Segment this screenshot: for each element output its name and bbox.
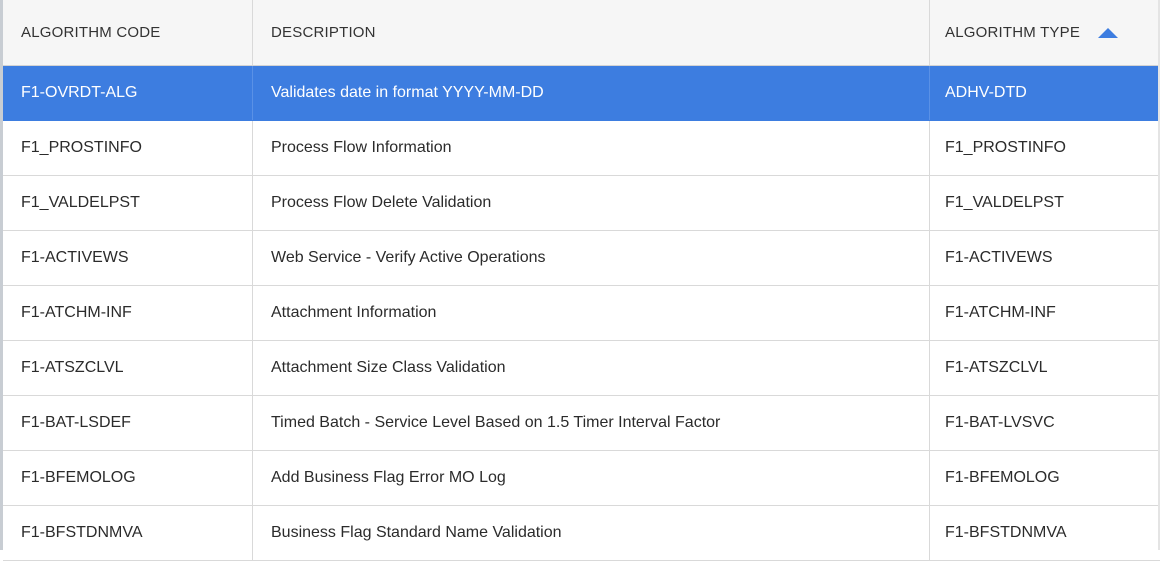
table-row[interactable]: F1-ACTIVEWS Web Service - Verify Active …	[3, 231, 1160, 286]
table-row-selected[interactable]: F1-OVRDT-ALG Validates date in format YY…	[3, 66, 1160, 121]
cell-description[interactable]: Timed Batch - Service Level Based on 1.5…	[253, 396, 930, 450]
cell-description[interactable]: Process Flow Information	[253, 121, 930, 175]
cell-algorithm-code[interactable]: F1-BFSTDNMVA	[3, 506, 253, 560]
table-row[interactable]: F1-BFSTDNMVA Business Flag Standard Name…	[3, 506, 1160, 561]
cell-algorithm-code[interactable]: F1-BFEMOLOG	[3, 451, 253, 505]
column-header-algorithm-type[interactable]: ALGORITHM TYPE	[930, 0, 1160, 65]
cell-algorithm-code[interactable]: F1_VALDELPST	[3, 176, 253, 230]
cell-algorithm-type[interactable]: ADHV-DTD	[930, 66, 1160, 120]
table-row[interactable]: F1-BFEMOLOG Add Business Flag Error MO L…	[3, 451, 1160, 506]
algorithm-table: ALGORITHM CODE DESCRIPTION ALGORITHM TYP…	[0, 0, 1160, 561]
cell-description[interactable]: Add Business Flag Error MO Log	[253, 451, 930, 505]
cell-algorithm-type[interactable]: F1-BFSTDNMVA	[930, 506, 1160, 560]
cell-algorithm-type[interactable]: F1-BAT-LVSVC	[930, 396, 1160, 450]
cell-algorithm-type[interactable]: F1_PROSTINFO	[930, 121, 1160, 175]
cell-algorithm-type[interactable]: F1_VALDELPST	[930, 176, 1160, 230]
cell-algorithm-type[interactable]: F1-ACTIVEWS	[930, 231, 1160, 285]
column-header-label: DESCRIPTION	[271, 24, 376, 41]
cell-algorithm-code[interactable]: F1_PROSTINFO	[3, 121, 253, 175]
cell-algorithm-type[interactable]: F1-ATCHM-INF	[930, 286, 1160, 340]
table-row[interactable]: F1_VALDELPST Process Flow Delete Validat…	[3, 176, 1160, 231]
cell-description[interactable]: Attachment Information	[253, 286, 930, 340]
cell-algorithm-type[interactable]: F1-ATSZCLVL	[930, 341, 1160, 395]
table-row[interactable]: F1-ATSZCLVL Attachment Size Class Valida…	[3, 341, 1160, 396]
cell-algorithm-code[interactable]: F1-OVRDT-ALG	[3, 66, 253, 120]
table-row[interactable]: F1-ATCHM-INF Attachment Information F1-A…	[3, 286, 1160, 341]
table-row[interactable]: F1-BAT-LSDEF Timed Batch - Service Level…	[3, 396, 1160, 451]
column-header-description[interactable]: DESCRIPTION	[253, 0, 930, 65]
table-header-row: ALGORITHM CODE DESCRIPTION ALGORITHM TYP…	[3, 0, 1160, 66]
cell-description[interactable]: Process Flow Delete Validation	[253, 176, 930, 230]
table-row[interactable]: F1_PROSTINFO Process Flow Information F1…	[3, 121, 1160, 176]
column-header-label: ALGORITHM CODE	[21, 24, 161, 41]
column-header-label: ALGORITHM TYPE	[945, 24, 1081, 41]
cell-description[interactable]: Business Flag Standard Name Validation	[253, 506, 930, 560]
column-header-algorithm-code[interactable]: ALGORITHM CODE	[3, 0, 253, 65]
cell-description[interactable]: Web Service - Verify Active Operations	[253, 231, 930, 285]
cell-algorithm-code[interactable]: F1-ACTIVEWS	[3, 231, 253, 285]
cell-algorithm-code[interactable]: F1-ATCHM-INF	[3, 286, 253, 340]
cell-algorithm-code[interactable]: F1-ATSZCLVL	[3, 341, 253, 395]
sort-ascending-icon[interactable]	[1098, 27, 1119, 38]
cell-description[interactable]: Validates date in format YYYY-MM-DD	[253, 66, 930, 120]
cell-description[interactable]: Attachment Size Class Validation	[253, 341, 930, 395]
cell-algorithm-code[interactable]: F1-BAT-LSDEF	[3, 396, 253, 450]
cell-algorithm-type[interactable]: F1-BFEMOLOG	[930, 451, 1160, 505]
